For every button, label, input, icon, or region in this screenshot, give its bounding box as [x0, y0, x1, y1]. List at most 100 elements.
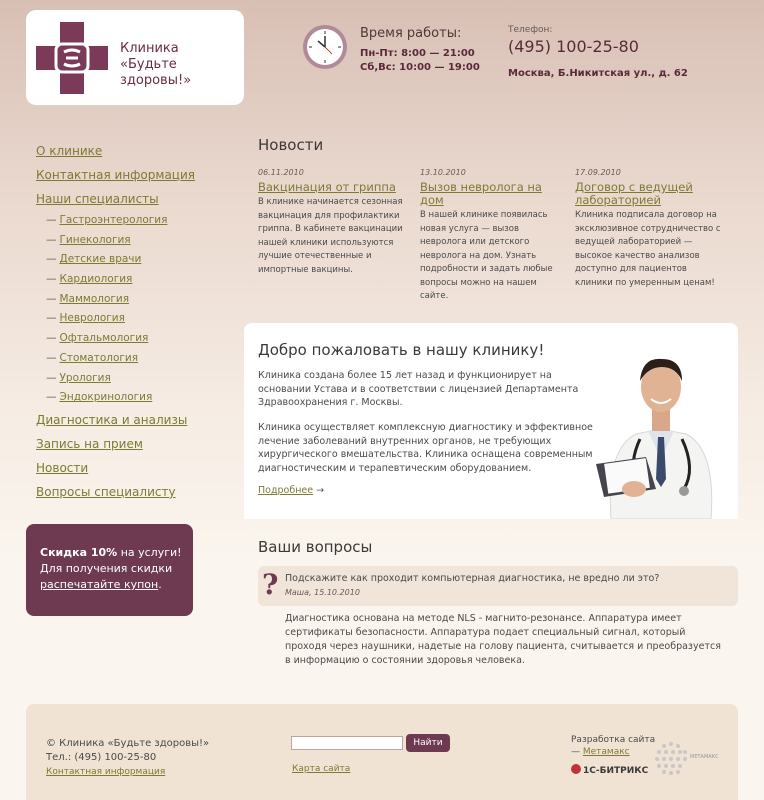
submenu-label[interactable]: Неврология	[60, 312, 125, 324]
submenu-label[interactable]: Урология	[60, 372, 111, 384]
news-text: В клинике начинается сезонная вакцинация…	[258, 197, 403, 275]
submenu-dash: —	[46, 371, 57, 384]
sidebar-nav: О клинике Контактная информация Наши спе…	[36, 139, 236, 504]
submenu-item-gastroenterology[interactable]: — Гастроэнтерология	[46, 211, 236, 231]
submenu-dash: —	[46, 292, 57, 305]
news-text: Клиника подписала договор на эксклюзивно…	[575, 210, 721, 288]
submenu-item-gynecology[interactable]: — Гинекология	[46, 231, 236, 251]
arrow-right-icon: →	[316, 485, 325, 496]
hours-weekdays: Пн-Пт: 8:00 — 21:00	[360, 48, 475, 59]
clinic-cross-logo-icon	[36, 22, 108, 94]
submenu-item-stomatology[interactable]: — Стоматология	[46, 349, 236, 369]
submenu-item-ophthalmology[interactable]: — Офтальмология	[46, 329, 236, 349]
sidebar-item-specialists[interactable]: Наши специалисты	[36, 187, 236, 211]
submenu-label[interactable]: Кардиология	[60, 273, 133, 285]
print-coupon-link[interactable]: распечатайте купон	[40, 578, 158, 591]
hours-weekend: Сб,Вс: 10:00 — 19:00	[360, 62, 480, 73]
submenu-dash: —	[46, 312, 57, 325]
submenu-item-cardiology[interactable]: — Кардиология	[46, 270, 236, 290]
submenu-dash: —	[46, 391, 57, 404]
clinic-name: Клиника «Будьте здоровы!»	[120, 41, 244, 89]
footer-phone: Тел.: (495) 100-25-80	[46, 752, 157, 763]
metamax-logo-icon	[655, 742, 687, 775]
news-date: 06.11.2010	[258, 168, 304, 177]
submenu-item-urology[interactable]: — Урология	[46, 369, 236, 389]
news-text: В нашей клинике появилась новая услуга —…	[420, 210, 553, 301]
submenu-item-endocrinology[interactable]: — Эндокринология	[46, 388, 236, 408]
news-headline-link[interactable]: Вакцинация от гриппа	[258, 181, 410, 194]
search-button[interactable]: Найти	[406, 734, 450, 752]
news-headline-link[interactable]: Договор с ведущей лабораторией	[575, 181, 725, 207]
welcome-paragraph-1: Клиника создана более 15 лет назад и фун…	[258, 370, 579, 408]
news-section-title: Новости	[258, 136, 324, 154]
developer-credit: Разработка сайта — Метамакс	[571, 734, 655, 758]
clinic-name-line2: «Будьте здоровы!»	[120, 57, 192, 88]
discount-promo: Скидка 10% на услуги! Для получения скид…	[26, 524, 193, 616]
submenu-dash: —	[46, 233, 57, 246]
sitemap-link[interactable]: Карта сайта	[292, 764, 350, 774]
question-text: Подскажите как проходит компьютерная диа…	[285, 573, 660, 584]
submenu-label[interactable]: Гинекология	[60, 234, 131, 246]
promo-text2: Для получения скидки	[40, 562, 173, 575]
specialists-submenu: — Гастроэнтерология — Гинекология — Детские…	[46, 211, 236, 408]
submenu-label[interactable]: Гастроэнтерология	[60, 214, 168, 226]
bitrix-label: 1С-БИТРИКС	[583, 766, 649, 776]
footer-contacts-link[interactable]: Контактная информация	[46, 767, 165, 777]
clock-icon	[303, 25, 347, 69]
sidebar-item-contacts[interactable]: Контактная информация	[36, 163, 236, 187]
question-mark-icon: ?	[262, 568, 279, 601]
submenu-label[interactable]: Маммология	[60, 293, 130, 305]
submenu-label[interactable]: Офтальмология	[60, 332, 149, 344]
developer-dash: —	[571, 747, 580, 757]
sidebar-item-news[interactable]: Новости	[36, 456, 236, 480]
welcome-section: Добро пожаловать в нашу клинику! Клиника…	[244, 323, 738, 519]
developer-link[interactable]: Метамакс	[583, 747, 630, 757]
news-headline-link[interactable]: Вызов невролога на дом	[420, 181, 562, 207]
clinic-name-line1: Клиника	[120, 41, 179, 56]
more-link-wrap: Подробнее →	[258, 485, 324, 496]
question-box: ? Подскажите как проходит компьютерная д…	[258, 566, 738, 606]
submenu-item-pediatrics[interactable]: — Детские врачи	[46, 250, 236, 270]
working-hours: Время работы: Пн-Пт: 8:00 — 21:00 Сб,Вс:…	[360, 26, 480, 75]
sidebar-item-questions[interactable]: Вопросы специалисту	[36, 480, 236, 504]
questions-section-title: Ваши вопросы	[258, 538, 373, 556]
sidebar-item-appointment[interactable]: Запись на прием	[36, 432, 236, 456]
submenu-dash: —	[46, 332, 57, 345]
promo-text1: на услуги!	[120, 546, 182, 559]
metamax-label: МЕТАМАКС	[690, 754, 719, 760]
promo-tail: .	[158, 578, 162, 591]
read-more-link[interactable]: Подробнее	[258, 485, 313, 496]
sidebar-item-about[interactable]: О клинике	[36, 139, 236, 163]
submenu-item-mammology[interactable]: — Маммология	[46, 290, 236, 310]
footer-copyright: © Клиника «Будьте здоровы!» Тел.: (495) …	[46, 737, 209, 779]
sidebar-item-diagnostics[interactable]: Диагностика и анализы	[36, 408, 236, 432]
copyright-text: © Клиника «Будьте здоровы!»	[46, 738, 210, 749]
developer-label: Разработка сайта	[571, 735, 656, 745]
submenu-label[interactable]: Стоматология	[60, 352, 139, 364]
news-date: 13.10.2010	[420, 168, 466, 177]
search-input[interactable]	[291, 736, 403, 750]
submenu-item-neurology[interactable]: — Неврология	[46, 309, 236, 329]
news-item: 17.09.2010 Договор с ведущей лабораторие…	[575, 168, 725, 290]
news-item: 13.10.2010 Вызов невролога на дом В наше…	[420, 168, 562, 304]
news-date: 17.09.2010	[575, 168, 621, 177]
submenu-dash: —	[46, 253, 57, 266]
bitrix-logo[interactable]: 1С-БИТРИКС	[571, 764, 648, 776]
welcome-title: Добро пожаловать в нашу клинику!	[258, 341, 545, 359]
promo-discount: Скидка 10%	[40, 546, 118, 559]
submenu-label[interactable]: Эндокринология	[60, 391, 153, 403]
submenu-dash: —	[46, 351, 57, 364]
answer-text: Диагностика основана на методе NLS - маг…	[285, 613, 721, 666]
contact-block: Телефон: (495) 100-25-80 Москва, Б.Никит…	[508, 25, 688, 79]
news-item: 06.11.2010 Вакцинация от гриппа В клиник…	[258, 168, 410, 277]
doctor-image	[596, 358, 713, 519]
submenu-label[interactable]: Детские врачи	[60, 253, 142, 265]
question-author: Маша, 15.10.2010	[285, 588, 360, 597]
submenu-dash: —	[46, 214, 57, 226]
header-address: Москва, Б.Никитская ул., д. 62	[508, 68, 688, 79]
welcome-paragraph-2: Клиника осуществляет комплексную диагнос…	[258, 422, 593, 474]
phone-label: Телефон:	[508, 25, 553, 35]
header-phone: (495) 100-25-80	[508, 37, 639, 56]
logo-box[interactable]: Клиника «Будьте здоровы!»	[26, 10, 244, 105]
footer: © Клиника «Будьте здоровы!» Тел.: (495) …	[26, 704, 738, 800]
